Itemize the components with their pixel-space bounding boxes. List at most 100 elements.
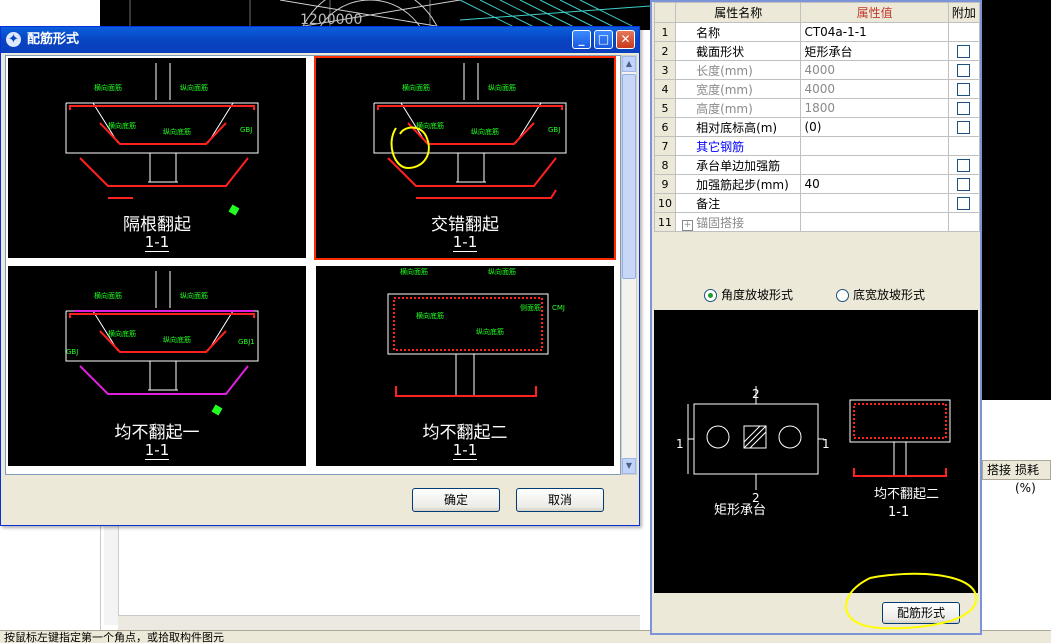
property-name: 名称 — [675, 22, 802, 42]
dialog-vscrollbar[interactable]: ▲ ▼ — [621, 55, 637, 475]
radio-width-icon[interactable] — [836, 289, 849, 302]
property-row[interactable]: 7 其它钢筋 — [653, 136, 981, 156]
row-number: 4 — [653, 79, 677, 99]
property-value[interactable]: CT04a-1-1 — [800, 22, 949, 42]
col-property-value: 属性值 — [800, 2, 949, 23]
checkbox-icon[interactable] — [957, 159, 971, 172]
label-bottom-bar-v: 纵向底筋 — [163, 335, 191, 344]
property-value[interactable] — [800, 212, 949, 232]
property-extra[interactable] — [947, 98, 981, 118]
cancel-button[interactable]: 取消 — [516, 488, 604, 512]
minimize-button[interactable]: _ — [572, 30, 591, 49]
slope-option-angle[interactable]: 角度放坡形式 — [704, 286, 793, 303]
col-property-name: 属性名称 — [675, 2, 802, 23]
row-number: 10 — [653, 193, 677, 213]
property-table: 属性名称 属性值 附加 1 名称 CT04a-1-1 2 截面形状 矩形承台 3 长度(mm)… — [653, 2, 981, 232]
label-top-bar-v: 纵向面筋 — [488, 267, 516, 276]
label-top-bar-v: 纵向面筋 — [488, 83, 516, 92]
scroll-up-icon[interactable]: ▲ — [622, 56, 636, 72]
label-code-gbj1: GBJ1 — [238, 338, 255, 346]
radio-angle-icon[interactable] — [704, 289, 717, 302]
option-no-bent-2[interactable]: 横向面筋 纵向面筋 横向底筋 纵向底筋 侧面筋 CMJ 均不翻起二 1-1 — [314, 264, 616, 468]
row-number: 6 — [653, 117, 677, 137]
option-staggered-bent[interactable]: 横向面筋 纵向面筋 横向底筋 纵向底筋 GBJ 交错翻起 1-1 — [314, 56, 616, 260]
checkbox-icon[interactable] — [957, 121, 971, 134]
property-row[interactable]: 10 备注 — [653, 193, 981, 213]
property-row[interactable]: 2 截面形状 矩形承台 — [653, 41, 981, 61]
scroll-thumb[interactable] — [622, 74, 636, 279]
checkbox-icon[interactable] — [957, 64, 971, 77]
property-value[interactable]: 4000 — [800, 60, 949, 80]
property-value[interactable]: 矩形承台 — [800, 41, 949, 61]
preview-caption-right: 均不翻起二 — [874, 487, 939, 502]
label-bottom-bar-v: 纵向底筋 — [476, 327, 504, 336]
expand-icon[interactable]: + — [682, 219, 694, 231]
property-row[interactable]: 11 + 锚固搭接 — [653, 212, 981, 232]
property-extra[interactable] — [947, 174, 981, 194]
right-header-loss: 损耗(%) — [1015, 463, 1040, 495]
label-code-gbj: GBJ — [240, 126, 252, 134]
slope-option-width-label: 底宽放坡形式 — [853, 288, 926, 302]
checkbox-icon[interactable] — [957, 45, 971, 58]
property-value[interactable] — [800, 193, 949, 213]
property-row[interactable]: 9 加强筋起步(mm) 40 — [653, 174, 981, 194]
property-extra[interactable] — [947, 193, 981, 213]
option-alternate-bent[interactable]: 横向面筋 纵向面筋 横向底筋 纵向底筋 GBJ 隔根翻起 1-1 — [6, 56, 308, 260]
label-bottom-bar-h: 横向底筋 — [108, 329, 136, 338]
preview-section-right: 1-1 — [888, 505, 909, 520]
property-extra[interactable] — [947, 155, 981, 175]
option-section: 1-1 — [452, 233, 478, 252]
property-name: 长度(mm) — [675, 60, 802, 80]
property-value[interactable] — [800, 155, 949, 175]
row-number: 2 — [653, 41, 677, 61]
property-row[interactable]: 8 承台单边加强筋 — [653, 155, 981, 175]
scroll-down-icon[interactable]: ▼ — [622, 458, 636, 474]
option-section: 1-1 — [144, 233, 170, 252]
close-button[interactable]: ✕ — [616, 30, 635, 49]
property-value[interactable]: (0) — [800, 117, 949, 137]
property-panel: 属性名称 属性值 附加 1 名称 CT04a-1-1 2 截面形状 矩形承台 3 长度(mm)… — [650, 0, 982, 635]
property-value[interactable] — [800, 136, 949, 156]
property-row[interactable]: 3 长度(mm) 4000 — [653, 60, 981, 80]
checkbox-icon[interactable] — [957, 83, 971, 96]
property-row[interactable]: 4 宽度(mm) 4000 — [653, 79, 981, 99]
checkbox-icon[interactable] — [957, 197, 971, 210]
option-name: 隔根翻起 — [123, 215, 191, 235]
property-extra[interactable] — [947, 41, 981, 61]
property-value[interactable]: 4000 — [800, 79, 949, 99]
background-hscrollbar[interactable] — [118, 615, 640, 630]
property-value[interactable]: 1800 — [800, 98, 949, 118]
dialog-title-bar[interactable]: ✦ 配筋形式 _ □ ✕ — [1, 27, 639, 53]
checkbox-icon[interactable] — [957, 178, 971, 191]
slope-option-width[interactable]: 底宽放坡形式 — [836, 286, 925, 303]
property-value[interactable]: 40 — [800, 174, 949, 194]
label-bottom-bar-h: 横向底筋 — [108, 121, 136, 130]
label-code-gbj: GBJ — [548, 126, 560, 134]
property-row[interactable]: 5 高度(mm) 1800 — [653, 98, 981, 118]
background-right-table-header: 搭接 损耗(%) — [982, 460, 1051, 495]
dialog-title: 配筋形式 — [27, 32, 80, 47]
property-name: 高度(mm) — [675, 98, 802, 118]
property-extra[interactable] — [947, 117, 981, 137]
label-top-bar-h: 横向面筋 — [94, 291, 122, 300]
row-number: 7 — [653, 136, 677, 156]
property-row[interactable]: 1 名称 CT04a-1-1 — [653, 22, 981, 42]
label-top-bar-v: 纵向面筋 — [180, 291, 208, 300]
maximize-button[interactable]: □ — [594, 30, 613, 49]
option-no-bent-1[interactable]: 横向面筋 纵向面筋 横向底筋 纵向底筋 GBJ GBJ1 均不翻起一 1-1 — [6, 264, 308, 468]
yellow-annotation-circle — [390, 126, 430, 170]
row-number: 11 — [653, 212, 677, 232]
ok-button[interactable]: 确定 — [412, 488, 500, 512]
property-extra[interactable] — [947, 79, 981, 99]
property-extra — [947, 212, 981, 232]
checkbox-icon[interactable] — [957, 102, 971, 115]
property-name: 其它钢筋 — [675, 136, 802, 156]
property-row[interactable]: 6 相对底标高(m) (0) — [653, 117, 981, 137]
option-name: 交错翻起 — [431, 215, 499, 235]
slope-option-angle-label: 角度放坡形式 — [721, 288, 794, 302]
property-extra[interactable] — [947, 60, 981, 80]
rebar-form-dialog: ✦ 配筋形式 _ □ ✕ 横向面筋 纵向面筋 横向底筋 纵向底筋 GBJ 隔根翻… — [0, 26, 640, 526]
property-name: 加强筋起步(mm) — [675, 174, 802, 194]
row-number: 8 — [653, 155, 677, 175]
preview-dim-left: 1 — [676, 437, 684, 451]
